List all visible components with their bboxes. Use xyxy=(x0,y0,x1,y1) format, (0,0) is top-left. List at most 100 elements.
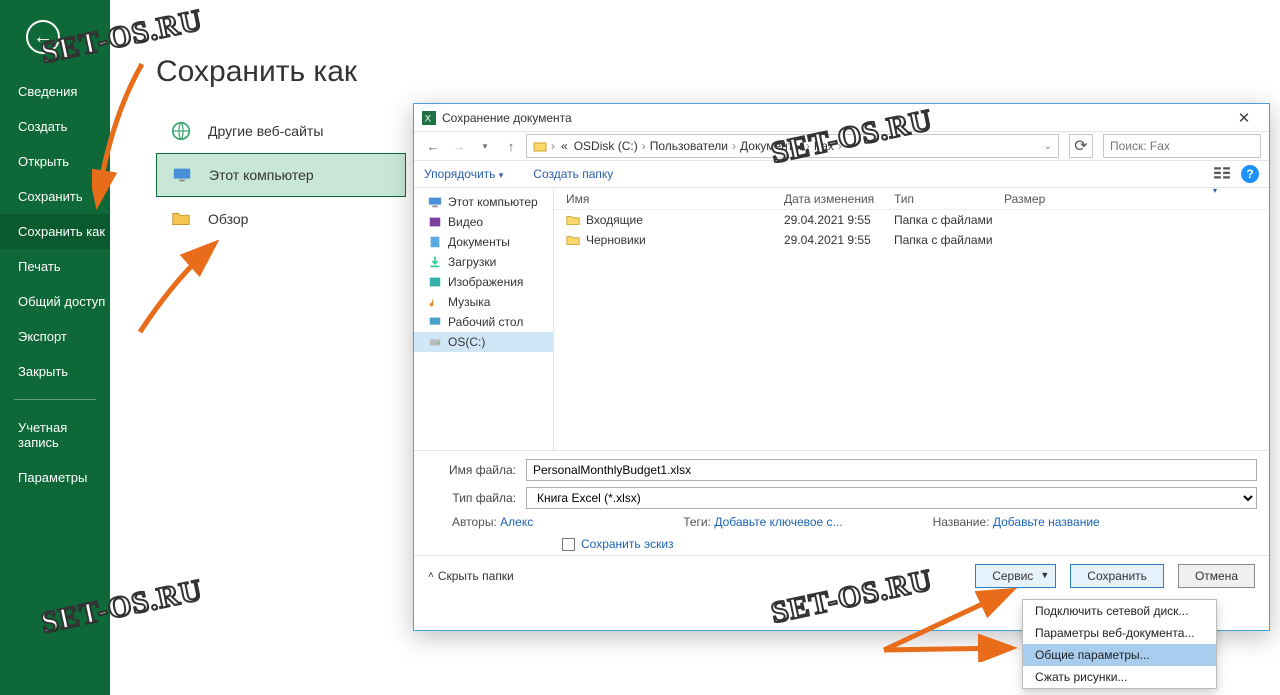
sidebar-item-3[interactable]: Сохранить xyxy=(0,179,110,214)
tools-menu[interactable]: Подключить сетевой диск...Параметры веб-… xyxy=(1022,599,1217,689)
disk-icon xyxy=(428,335,442,349)
addr-dropdown-icon[interactable]: ⌄ xyxy=(1044,141,1052,152)
tree-item-2[interactable]: Документы xyxy=(414,232,553,252)
breadcrumb-2[interactable]: Документы xyxy=(738,139,804,153)
tools-menu-item-2[interactable]: Общие параметры... xyxy=(1023,644,1216,666)
folder-icon xyxy=(533,139,547,153)
refresh-button[interactable]: ⟳ xyxy=(1069,134,1093,158)
filetype-select[interactable]: Книга Excel (*.xlsx) xyxy=(526,487,1257,509)
excel-icon: X xyxy=(422,111,436,125)
dialog-toolbar: Упорядочить ▾ Создать папку ▾ ? xyxy=(414,160,1269,188)
hide-folders-button[interactable]: ˄ Скрыть папки xyxy=(428,569,514,583)
authors-value[interactable]: Алекс xyxy=(500,515,533,529)
folder-icon xyxy=(566,234,580,246)
tags-label: Теги: xyxy=(683,515,711,529)
explorer-body: Этот компьютерВидеоДокументыЗагрузкиИзоб… xyxy=(414,188,1269,450)
search-input[interactable] xyxy=(1103,134,1261,158)
tree-item-0[interactable]: Этот компьютер xyxy=(414,192,553,212)
address-bar[interactable]: › « OSDisk (C:)›Пользователи›Документы›F… xyxy=(526,134,1059,158)
tree-item-6[interactable]: Рабочий стол xyxy=(414,312,553,332)
pc-icon xyxy=(428,195,442,209)
chevron-right-icon: › xyxy=(730,139,738,153)
svg-text:X: X xyxy=(425,113,432,124)
filetype-label: Тип файла: xyxy=(426,491,526,505)
nav-history-button[interactable]: ▾ xyxy=(474,135,496,157)
sidebar-item-4[interactable]: Сохранить как xyxy=(0,214,110,249)
dialog-titlebar: X Сохранение документа ✕ xyxy=(414,104,1269,132)
sidebar-item-8[interactable]: Закрыть xyxy=(0,354,110,389)
dialog-close-button[interactable]: ✕ xyxy=(1227,109,1261,127)
title-value[interactable]: Добавьте название xyxy=(993,515,1100,529)
back-button[interactable]: ← xyxy=(26,20,60,54)
sidebar-item-1[interactable]: Создать xyxy=(0,109,110,144)
tools-menu-item-3[interactable]: Сжать рисунки... xyxy=(1023,666,1216,688)
view-options-button[interactable]: ▾ xyxy=(1213,165,1231,183)
sidebar-item-2[interactable]: Открыть xyxy=(0,144,110,179)
sidebar-item-7[interactable]: Экспорт xyxy=(0,319,110,354)
breadcrumb-3[interactable]: Fax xyxy=(812,139,836,153)
col-date[interactable]: Дата изменения xyxy=(784,192,894,206)
location-globe[interactable]: Другие веб-сайты xyxy=(156,109,406,153)
sidebar-separator xyxy=(14,399,96,400)
chevron-right-icon: › xyxy=(836,139,844,153)
tags-value[interactable]: Добавьте ключевое с... xyxy=(714,515,842,529)
tree-item-1[interactable]: Видео xyxy=(414,212,553,232)
organize-button[interactable]: Упорядочить ▾ xyxy=(424,167,503,181)
folder-icon xyxy=(566,214,580,226)
nav-forward-button[interactable]: → xyxy=(448,135,470,157)
stage-title: Сохранить как xyxy=(156,55,1280,89)
sidebar-item-5[interactable]: Печать xyxy=(0,249,110,284)
cancel-button[interactable]: Отмена xyxy=(1178,564,1255,588)
chevron-up-icon: ˄ xyxy=(428,570,434,581)
tree-item-7[interactable]: OS(C:) xyxy=(414,332,553,352)
column-headers[interactable]: Имя Дата изменения Тип Размер xyxy=(554,188,1269,210)
tree-item-5[interactable]: Музыка xyxy=(414,292,553,312)
chevron-right-icon: › xyxy=(804,139,812,153)
images-icon xyxy=(428,275,442,289)
save-dialog: X Сохранение документа ✕ ← → ▾ ↑ › « OSD… xyxy=(413,103,1270,631)
save-button[interactable]: Сохранить xyxy=(1070,564,1164,588)
pc-icon xyxy=(169,164,195,186)
authors-label: Авторы: xyxy=(452,515,497,529)
music-icon xyxy=(428,295,442,309)
folder-tree[interactable]: Этот компьютерВидеоДокументыЗагрузкиИзоб… xyxy=(414,188,554,450)
tree-item-3[interactable]: Загрузки xyxy=(414,252,553,272)
location-pc[interactable]: Этот компьютер xyxy=(156,153,406,197)
breadcrumb-0[interactable]: OSDisk (C:) xyxy=(572,139,640,153)
docs-icon xyxy=(428,235,442,249)
table-row[interactable]: Черновики29.04.2021 9:55Папка с файлами xyxy=(554,230,1269,250)
new-folder-button[interactable]: Создать папку xyxy=(533,167,613,181)
desktop-icon xyxy=(428,315,442,329)
chevron-down-icon: ▼ xyxy=(1040,570,1049,580)
breadcrumb-1[interactable]: Пользователи xyxy=(648,139,730,153)
save-thumbnail-label[interactable]: Сохранить эскиз xyxy=(581,537,674,551)
nav-up-button[interactable]: ↑ xyxy=(500,135,522,157)
video-icon xyxy=(428,215,442,229)
save-thumbnail-checkbox[interactable] xyxy=(562,538,575,551)
dialog-title-text: Сохранение документа xyxy=(442,111,572,125)
arrow-left-icon: ← xyxy=(33,26,53,49)
col-size[interactable]: Размер xyxy=(1004,192,1084,206)
tools-menu-item-0[interactable]: Подключить сетевой диск... xyxy=(1023,600,1216,622)
table-row[interactable]: Входящие29.04.2021 9:55Папка с файлами xyxy=(554,210,1269,230)
breadcrumb-prefix[interactable]: « xyxy=(559,139,570,153)
filename-input[interactable] xyxy=(526,459,1257,481)
help-button[interactable]: ? xyxy=(1241,165,1259,183)
backstage-sidebar: ← СведенияСоздатьОткрытьСохранитьСохрани… xyxy=(0,0,110,695)
sidebar-item-b0[interactable]: Учетная запись xyxy=(0,410,110,460)
nav-back-button[interactable]: ← xyxy=(422,135,444,157)
sidebar-item-6[interactable]: Общий доступ xyxy=(0,284,110,319)
tools-button[interactable]: Сервис▼ xyxy=(975,564,1056,588)
metadata-row: Авторы: Алекс Теги: Добавьте ключевое с.… xyxy=(452,515,1257,529)
filename-label: Имя файла: xyxy=(426,463,526,477)
tree-item-4[interactable]: Изображения xyxy=(414,272,553,292)
tools-menu-item-1[interactable]: Параметры веб-документа... xyxy=(1023,622,1216,644)
col-type[interactable]: Тип xyxy=(894,192,1004,206)
sidebar-item-0[interactable]: Сведения xyxy=(0,74,110,109)
location-folder[interactable]: Обзор xyxy=(156,197,406,241)
download-icon xyxy=(428,255,442,269)
file-list: Имя Дата изменения Тип Размер Входящие29… xyxy=(554,188,1269,450)
col-name[interactable]: Имя xyxy=(554,192,784,206)
title-label: Название: xyxy=(933,515,990,529)
sidebar-item-b1[interactable]: Параметры xyxy=(0,460,110,495)
